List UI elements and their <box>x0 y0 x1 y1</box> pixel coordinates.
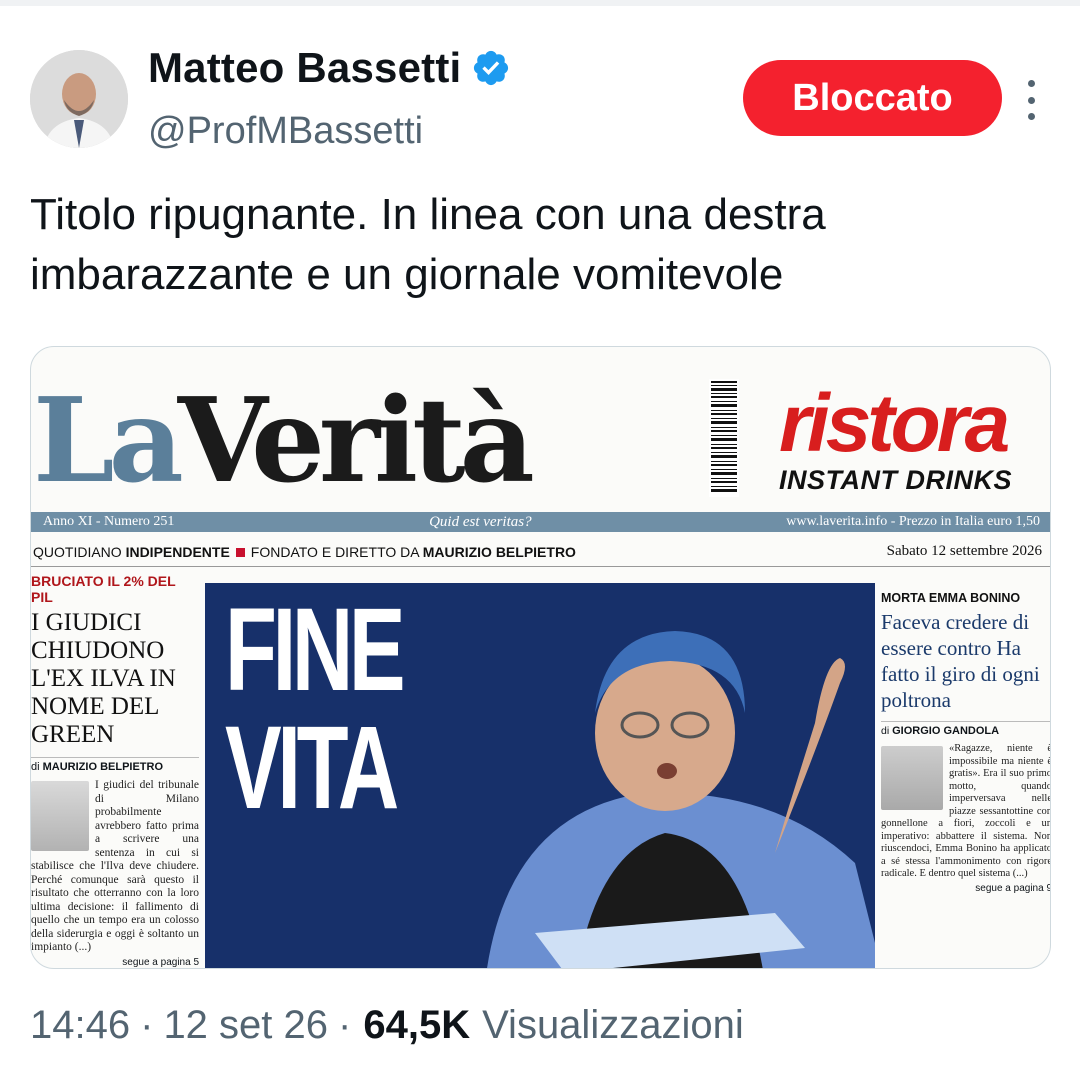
author-photo <box>881 746 943 810</box>
meta-separator: · <box>140 1003 154 1047</box>
newspaper-subheader: QUOTIDIANO INDIPENDENTE FONDATO E DIRETTO… <box>31 537 1050 567</box>
tweet-date[interactable]: 12 set 26 <box>163 1003 328 1048</box>
views-label[interactable]: Visualizzazioni <box>482 1003 744 1048</box>
barcode-icon <box>709 379 739 497</box>
left-article: BRUCIATO IL 2% DEL PIL I GIUDICI CHIUDON… <box>31 573 199 968</box>
author-photo <box>31 781 89 851</box>
author-name[interactable]: Matteo Bassetti <box>148 44 461 92</box>
ad-tagline: INSTANT DRINKS <box>779 464 1012 495</box>
author-handle[interactable]: @ProfMBassetti <box>148 110 423 153</box>
main-headline: FINE VITA <box>225 584 406 834</box>
left-kicker: BRUCIATO IL 2% DEL PIL <box>31 573 176 605</box>
top-divider <box>0 0 1080 6</box>
right-continue: segue a pagina 9 <box>975 882 1051 894</box>
right-headline: Faceva credere di essere contro Ha fatto… <box>881 610 1040 712</box>
newspaper-info-band: Anno XI - Numero 251 Quid est veritas? w… <box>31 512 1050 532</box>
tweet-media-image[interactable]: LaVerità ristora INSTANT DRINKS Anno XI … <box>30 346 1051 969</box>
right-byline: di GIORGIO GANDOLA <box>881 721 1050 737</box>
price-info: www.laverita.info - Prezzo in Italia eur… <box>786 514 1040 529</box>
left-headline: I GIUDICI CHIUDONO L'EX ILVA IN NOME DEL… <box>31 609 176 748</box>
avatar-image <box>30 50 128 148</box>
ad-brand: ristora <box>779 378 1010 469</box>
newspaper-date: Sabato 12 settembre 2026 <box>886 543 1042 559</box>
avatar[interactable] <box>30 50 128 148</box>
views-count[interactable]: 64,5K <box>363 1003 470 1048</box>
tweet-meta: 14:46 · 12 set 26 · 64,5K Visualizzazion… <box>30 1003 744 1048</box>
ristora-ad: ristora INSTANT DRINKS <box>779 378 1050 496</box>
woman-portrait-image <box>487 631 875 968</box>
newspaper-masthead: LaVerità <box>33 373 535 509</box>
left-body: I giudici del tribunale di Milano probab… <box>31 779 199 953</box>
blocked-button[interactable]: Bloccato <box>743 60 1002 136</box>
more-options-icon[interactable] <box>1024 80 1038 120</box>
right-kicker: MORTA EMMA BONINO <box>881 591 1021 605</box>
meta-separator: · <box>338 1003 352 1047</box>
right-article: MORTA EMMA BONINO Faceva credere di esse… <box>881 591 1051 968</box>
tweet-time[interactable]: 14:46 <box>30 1003 130 1048</box>
verified-badge-icon <box>474 50 509 86</box>
left-continue: segue a pagina 5 <box>122 956 199 968</box>
left-byline: di MAURIZIO BELPIETRO <box>31 757 199 773</box>
cover-photo: FINE VITA <box>205 583 875 968</box>
newspaper-motto: Quid est veritas? <box>429 513 532 530</box>
author-name-row: Matteo Bassetti <box>148 44 511 92</box>
issue-number: Anno XI - Numero 251 <box>43 514 175 529</box>
tweet-text: Titolo ripugnante. In linea con una dest… <box>30 190 826 299</box>
right-body: «Ragazze, niente è impossibile ma niente… <box>881 743 1051 879</box>
